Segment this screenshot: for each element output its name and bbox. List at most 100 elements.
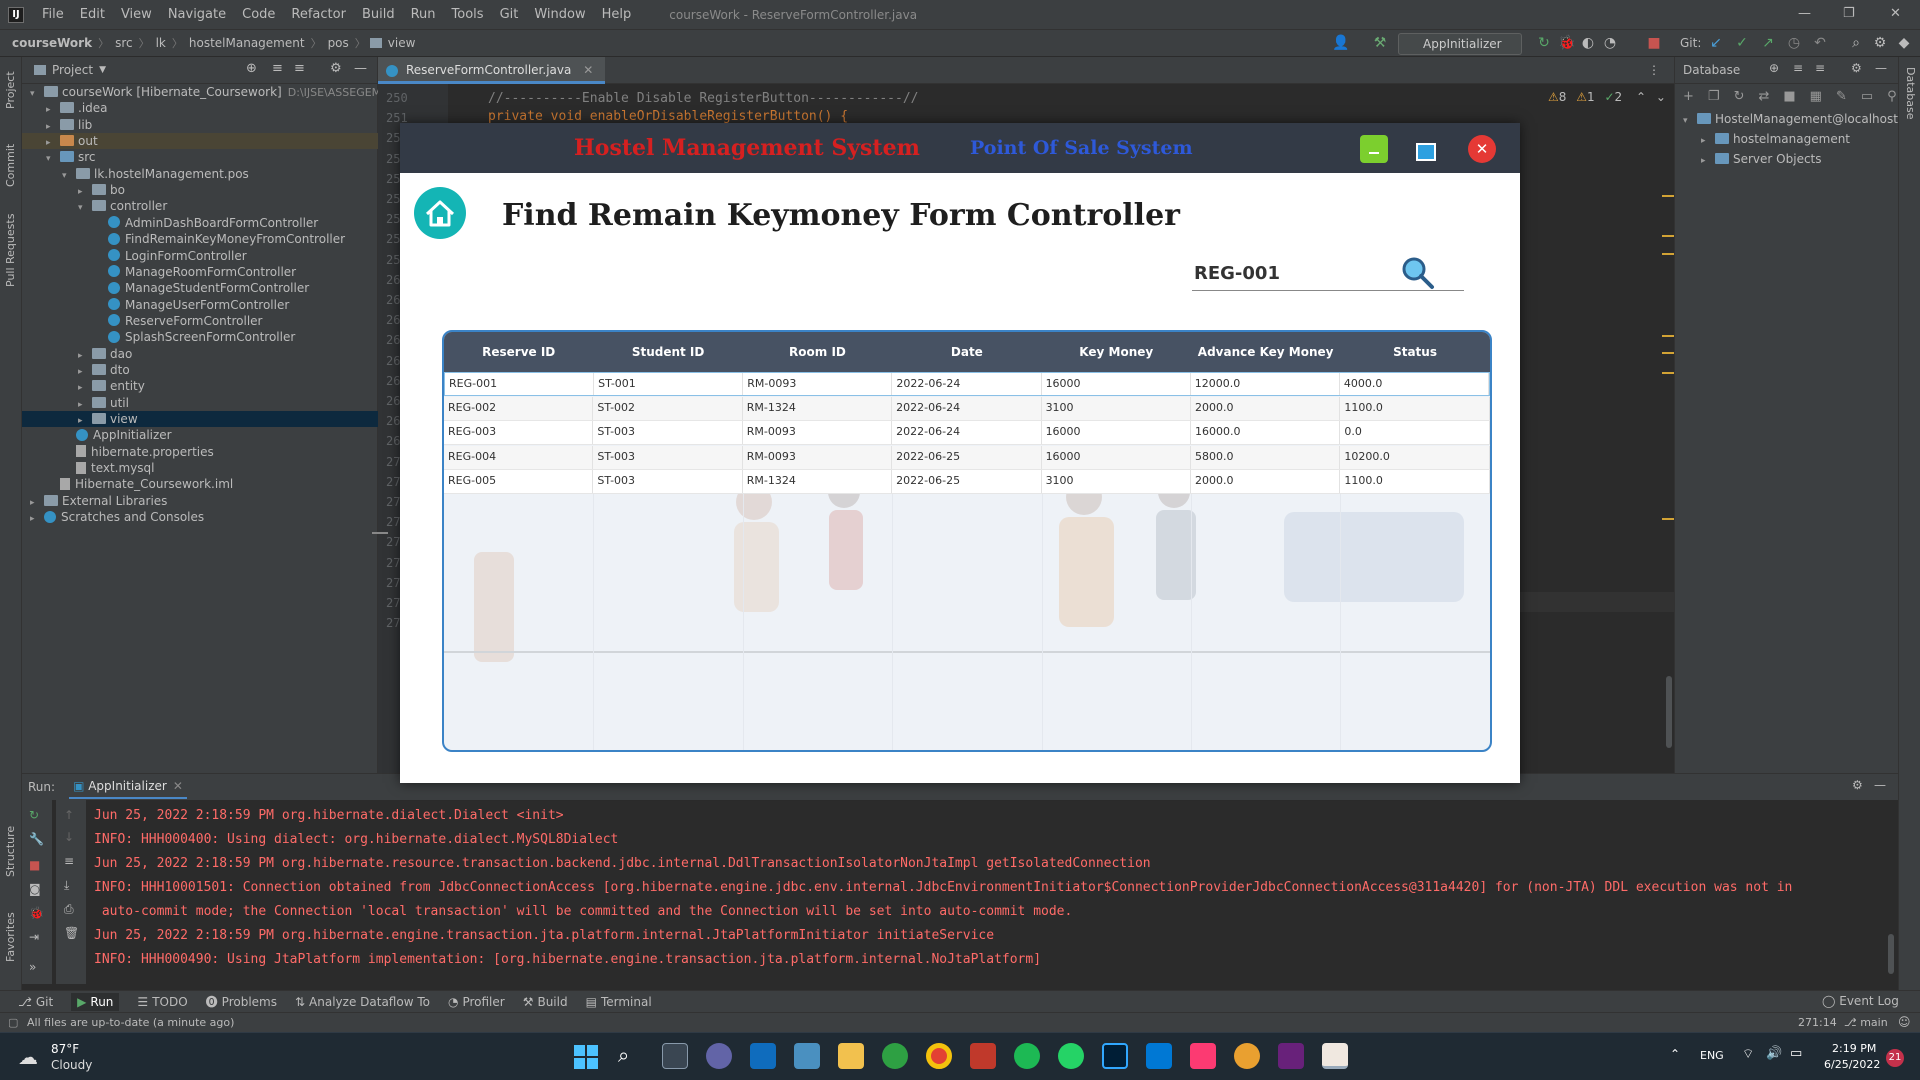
project-tree-item[interactable]: hibernate.properties — [22, 444, 378, 460]
build-hammer-icon[interactable]: ⚒ — [1372, 35, 1388, 51]
chrome-icon[interactable] — [926, 1043, 952, 1069]
soft-wrap-icon[interactable]: ≡ — [64, 854, 74, 868]
table-row[interactable]: REG-005 ST-003 RM-1324 2022-06-25 3100 2000.0… — [444, 470, 1490, 494]
copy-icon[interactable]: ❐ — [1708, 89, 1720, 104]
warning-stripe-mark[interactable] — [1662, 518, 1674, 520]
tool-button-terminal[interactable]: ▤ Terminal — [586, 995, 652, 1009]
java-app-icon[interactable] — [1322, 1043, 1348, 1069]
project-tree-item[interactable]: text.mysql — [22, 460, 378, 476]
chevron-up-icon[interactable]: ⌃ — [1636, 90, 1646, 104]
breadcrumb-item[interactable]: lk — [150, 36, 172, 50]
filter-icon[interactable]: ⚲ — [1887, 89, 1897, 104]
menu-item[interactable]: Navigate — [160, 7, 234, 22]
tool-button-analyze-dataflow-to[interactable]: ⇅ Analyze Dataflow To — [295, 995, 430, 1009]
project-tree-item[interactable]: ▸ util — [22, 395, 378, 411]
project-tree-item[interactable]: ManageStudentFormController — [22, 280, 378, 296]
project-tree-item[interactable]: ▾ controller — [22, 198, 378, 214]
menu-item[interactable]: Tools — [444, 7, 492, 22]
status-message[interactable]: All files are up-to-date (a minute ago) — [27, 1016, 234, 1029]
menu-item[interactable]: Code — [234, 7, 283, 22]
warning-stripe-mark[interactable] — [1662, 335, 1674, 337]
history-icon[interactable]: ◷ — [1786, 35, 1802, 51]
project-tree-item[interactable]: ▸ External Libraries — [22, 493, 378, 509]
edge-icon[interactable] — [882, 1043, 908, 1069]
breadcrumb-item[interactable]: src — [109, 36, 139, 50]
git-commit-icon[interactable]: ✓ — [1734, 35, 1750, 51]
warning-stripe-mark[interactable] — [1662, 352, 1674, 354]
ide-logo-icon[interactable]: ◆ — [1896, 35, 1912, 51]
chevron-down-icon[interactable]: ▼ — [99, 65, 106, 75]
wrench-icon[interactable]: 🔧 — [29, 832, 44, 846]
database-tree-item[interactable]: ▸ Server Objects — [1675, 149, 1899, 169]
tool-button-todo[interactable]: ☰ TODO — [137, 995, 187, 1009]
database-tree-item[interactable]: ▸ hostelmanagement — [1675, 129, 1899, 149]
menu-item[interactable]: Run — [403, 7, 444, 22]
table-row[interactable]: REG-002 ST-002 RM-1324 2022-06-24 3100 2000.0… — [444, 396, 1490, 421]
search-everywhere-icon[interactable]: ⌕ — [1848, 35, 1864, 51]
clock-time[interactable]: 2:19 PM — [1832, 1042, 1876, 1055]
event-log-button[interactable]: ◯ Event Log — [1822, 994, 1899, 1008]
warning-stripe-mark[interactable] — [1662, 195, 1674, 197]
project-tree-item[interactable]: ▸ Scratches and Consoles — [22, 509, 378, 525]
collapse-all-icon[interactable]: ≡ — [294, 61, 305, 76]
tool-project[interactable]: Project — [4, 71, 17, 109]
tool-favorites[interactable]: Favorites — [4, 912, 17, 962]
warning-stripe-mark[interactable] — [1662, 372, 1674, 374]
project-tree-item[interactable]: ManageUserFormController — [22, 297, 378, 313]
tool-button-run[interactable]: ▶ Run — [71, 992, 120, 1011]
chevron-right-icon[interactable]: ▸ — [1701, 151, 1715, 171]
chevron-right-icon[interactable]: ▸ — [30, 511, 44, 527]
console-icon[interactable]: ▭ — [1861, 89, 1873, 104]
git-push-icon[interactable]: ↗ — [1760, 35, 1776, 51]
column-header[interactable]: Status — [1340, 332, 1489, 372]
vscode-icon[interactable] — [1146, 1043, 1172, 1069]
menu-item[interactable]: Git — [492, 7, 527, 22]
photoshop-icon[interactable] — [1102, 1043, 1128, 1069]
breadcrumb-item[interactable]: hostelManagement — [183, 36, 311, 50]
minimize-icon[interactable]: — — [1798, 6, 1811, 21]
project-tree-item[interactable]: ▸ entity — [22, 378, 378, 394]
language-indicator[interactable]: ENG — [1700, 1049, 1724, 1062]
inspection-widget[interactable]: ⚠8 ⚠1 ✓2 ⌃ ⌄ — [1548, 90, 1666, 104]
spotify-icon[interactable] — [1014, 1043, 1040, 1069]
tool-database[interactable]: Database — [1904, 67, 1917, 120]
gear-icon[interactable]: ⚙ — [1851, 61, 1862, 75]
console-scrollbar[interactable] — [1888, 934, 1894, 974]
collapse-all-icon[interactable]: ≡ — [1815, 61, 1825, 75]
breadcrumb-item[interactable]: courseWork — [0, 36, 98, 50]
tool-pull-requests[interactable]: Pull Requests — [4, 214, 17, 287]
project-tree-item[interactable]: ▾ src — [22, 149, 378, 165]
battery-icon[interactable]: ▭ — [1790, 1046, 1802, 1061]
project-view-select[interactable]: Project — [52, 63, 93, 77]
warning-stripe-mark[interactable] — [1662, 253, 1674, 255]
project-tree-item[interactable]: ▸ dao — [22, 346, 378, 362]
whatsapp-icon[interactable] — [1058, 1043, 1084, 1069]
menu-item[interactable]: Refactor — [283, 7, 354, 22]
project-tree-item[interactable]: SplashScreenFormController — [22, 329, 378, 345]
close-tab-icon[interactable]: ✕ — [583, 63, 593, 77]
add-icon[interactable]: + — [1683, 89, 1694, 104]
visual-studio-icon[interactable] — [1278, 1043, 1304, 1069]
search-icon[interactable]: ⌕ — [618, 1043, 629, 1067]
coverage-icon[interactable]: ◐ — [1580, 35, 1596, 51]
gear-icon[interactable]: ⚙ — [1852, 778, 1863, 792]
arrow-down-icon[interactable]: ↓ — [64, 830, 74, 844]
intellij-icon[interactable] — [1190, 1043, 1216, 1069]
globe-icon[interactable]: ⊕ — [1769, 61, 1779, 75]
chevron-down-icon[interactable]: ▾ — [1683, 111, 1697, 131]
edit-icon[interactable]: ✎ — [1836, 89, 1847, 104]
exit-icon[interactable]: ⇥ — [29, 930, 39, 944]
notification-badge[interactable]: 21 — [1886, 1049, 1904, 1067]
weather-desc[interactable]: Cloudy — [51, 1058, 92, 1072]
project-tree-item[interactable]: ManageRoomFormController — [22, 264, 378, 280]
project-tree-item[interactable]: Hibernate_Coursework.iml — [22, 476, 378, 492]
warning-stripe-mark[interactable] — [1662, 235, 1674, 237]
project-tree-item[interactable]: AdminDashBoardFormController — [22, 215, 378, 231]
debug-icon[interactable]: 🐞 — [29, 906, 44, 920]
chevron-down-icon[interactable]: ⌄ — [1656, 90, 1666, 104]
close-icon[interactable]: ✕ — [1890, 6, 1901, 21]
table-row[interactable]: REG-004 ST-003 RM-0093 2022-06-25 16000 5800.… — [444, 445, 1490, 470]
hide-icon[interactable]: — — [1875, 61, 1887, 75]
project-tree-item[interactable]: ▸ bo — [22, 182, 378, 198]
hide-icon[interactable]: — — [1874, 778, 1886, 792]
